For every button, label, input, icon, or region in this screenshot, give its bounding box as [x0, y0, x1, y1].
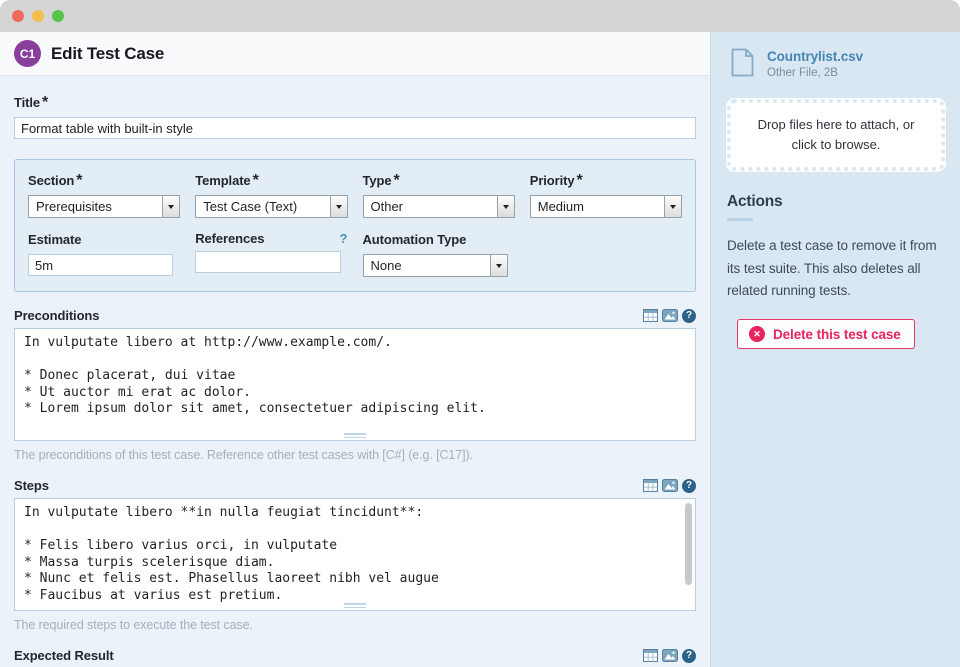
resize-grip-icon[interactable] — [344, 601, 366, 608]
file-icon — [731, 48, 754, 82]
attachment-name-link[interactable]: Countrylist.csv — [767, 49, 863, 64]
preconditions-label: Preconditions — [14, 308, 99, 323]
chevron-down-icon — [162, 196, 179, 217]
preconditions-help-icon[interactable]: ? — [682, 309, 696, 323]
page-header: C1 Edit Test Case — [0, 32, 710, 76]
actions-description: Delete a test case to remove it from its… — [727, 235, 945, 302]
title-input[interactable] — [14, 117, 696, 139]
steps-scrollbar[interactable] — [685, 503, 692, 585]
insert-table-icon[interactable] — [643, 479, 658, 492]
app-window: C1 Edit Test Case Title* Section* Prereq… — [0, 0, 960, 667]
file-dropzone[interactable]: Drop files here to attach, or click to b… — [727, 99, 945, 171]
preconditions-help-text: The preconditions of this test case. Ref… — [14, 448, 696, 462]
chevron-down-icon — [330, 196, 347, 217]
steps-textarea[interactable]: In vulputate libero **in nulla feugiat t… — [14, 498, 696, 611]
steps-label: Steps — [14, 478, 49, 493]
actions-heading-rule — [727, 218, 753, 221]
insert-image-icon[interactable] — [662, 309, 678, 322]
insert-table-icon[interactable] — [643, 309, 658, 322]
title-field-label: Title* — [14, 94, 696, 112]
zoom-window-icon[interactable] — [52, 10, 64, 22]
template-label: Template* — [195, 172, 347, 190]
section-label: Section* — [28, 172, 180, 190]
delete-x-icon: ✕ — [749, 326, 765, 342]
preconditions-textarea[interactable]: In vulputate libero at http://www.exampl… — [14, 328, 696, 441]
delete-test-case-button[interactable]: ✕ Delete this test case — [737, 319, 915, 349]
attributes-fieldset: Section* Prerequisites Template* Test Ca… — [14, 159, 696, 292]
test-case-id-badge: C1 — [14, 40, 41, 67]
references-help-link[interactable]: ? — [340, 231, 348, 246]
window-titlebar — [0, 0, 960, 32]
type-label: Type* — [363, 172, 515, 190]
estimate-input[interactable] — [28, 254, 173, 276]
close-window-icon[interactable] — [12, 10, 24, 22]
references-input[interactable] — [195, 251, 340, 273]
steps-help-icon[interactable]: ? — [682, 479, 696, 493]
chevron-down-icon — [664, 196, 681, 217]
minimize-window-icon[interactable] — [32, 10, 44, 22]
edit-test-case-panel: C1 Edit Test Case Title* Section* Prereq… — [0, 32, 710, 667]
references-label: References — [195, 231, 264, 246]
actions-heading: Actions — [727, 193, 945, 211]
estimate-label: Estimate — [28, 231, 180, 249]
attachment-meta: Other File, 2B — [767, 67, 863, 79]
attachment-item[interactable]: Countrylist.csv Other File, 2B — [727, 48, 945, 82]
priority-select[interactable]: Medium — [530, 195, 682, 218]
insert-image-icon[interactable] — [662, 479, 678, 492]
expected-result-label: Expected Result — [14, 648, 114, 663]
insert-table-icon[interactable] — [643, 649, 658, 662]
insert-image-icon[interactable] — [662, 649, 678, 662]
automation-type-label: Automation Type — [363, 231, 515, 249]
expected-result-help-icon[interactable]: ? — [682, 649, 696, 663]
page-title: Edit Test Case — [51, 44, 164, 64]
priority-label: Priority* — [530, 172, 682, 190]
section-select[interactable]: Prerequisites — [28, 195, 180, 218]
type-select[interactable]: Other — [363, 195, 515, 218]
steps-help-text: The required steps to execute the test c… — [14, 618, 696, 632]
automation-type-select[interactable]: None — [363, 254, 508, 277]
chevron-down-icon — [490, 255, 507, 276]
chevron-down-icon — [497, 196, 514, 217]
template-select[interactable]: Test Case (Text) — [195, 195, 347, 218]
sidebar: Countrylist.csv Other File, 2B Drop file… — [710, 32, 960, 667]
resize-grip-icon[interactable] — [344, 431, 366, 438]
